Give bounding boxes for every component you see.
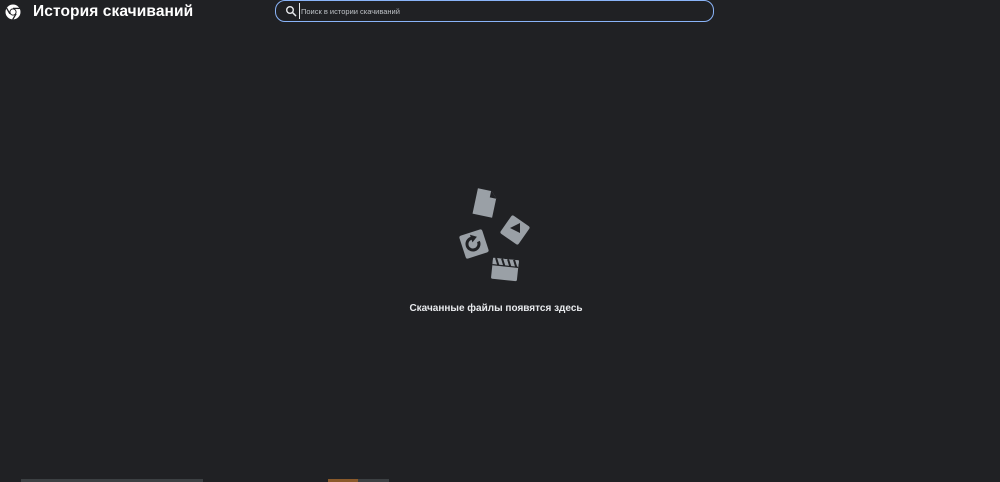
document-icon	[472, 188, 497, 218]
audio-icon	[459, 229, 489, 259]
film-icon	[491, 257, 519, 282]
empty-downloads-illustration	[459, 188, 530, 282]
empty-state: Скачанные файлы появятся здесь	[0, 0, 1000, 482]
empty-state-message: Скачанные файлы появятся здесь	[409, 303, 583, 314]
video-icon	[500, 215, 530, 245]
